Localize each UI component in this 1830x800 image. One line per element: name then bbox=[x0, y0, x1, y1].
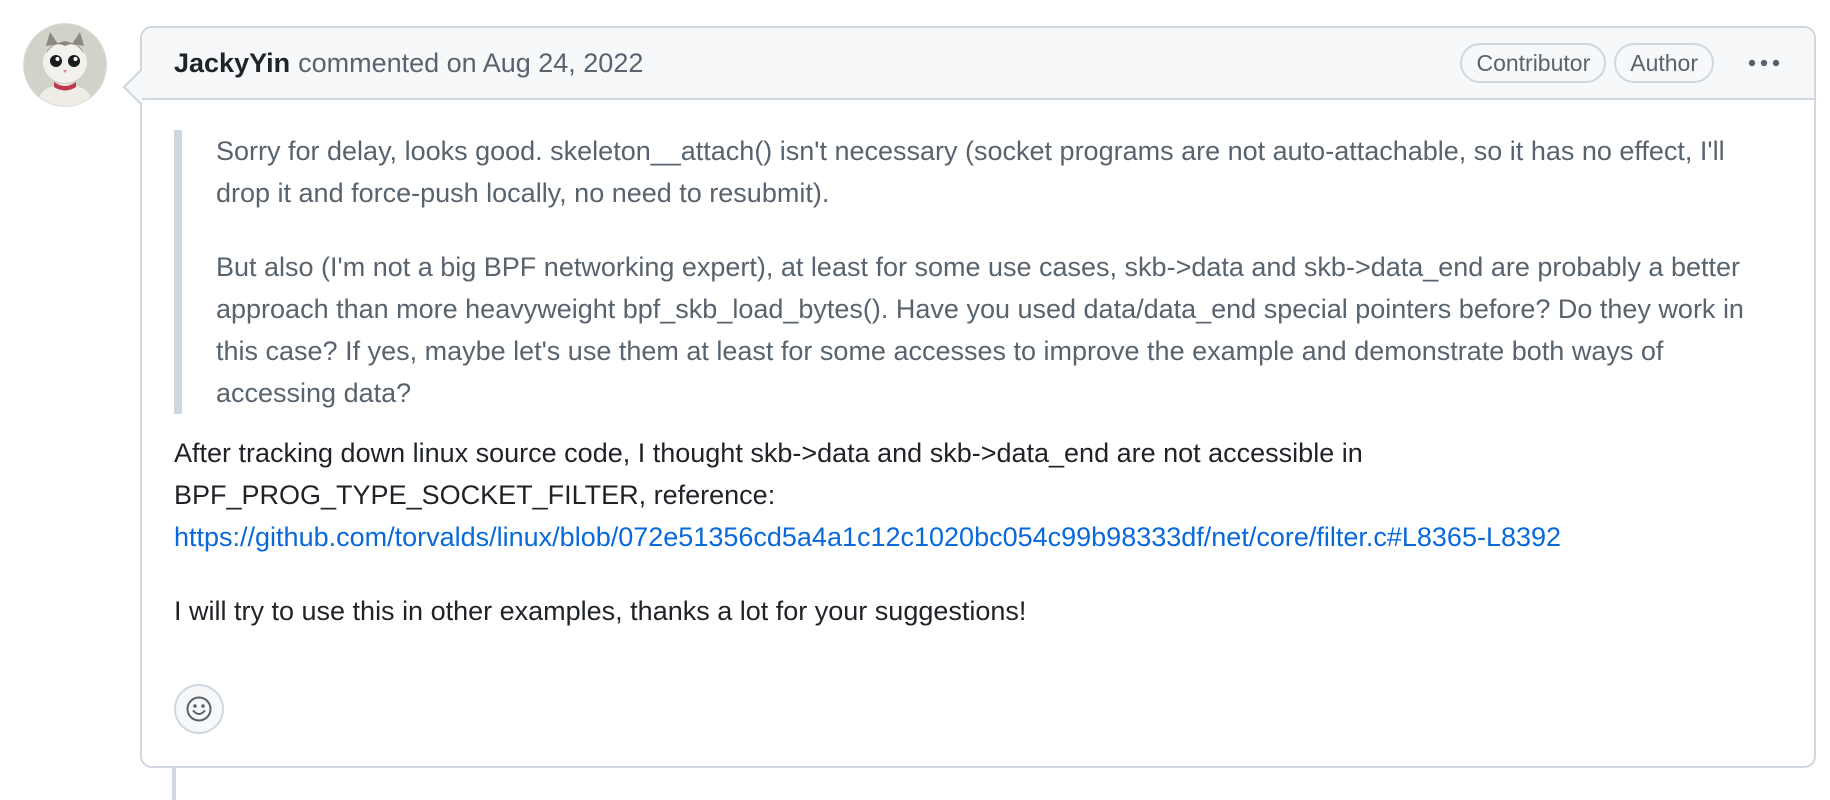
comment-header-actions: Contributor Author bbox=[1460, 43, 1784, 83]
contributor-badge: Contributor bbox=[1460, 43, 1607, 83]
reply-line-1: After tracking down linux source code, I… bbox=[174, 438, 1363, 468]
more-options-button[interactable] bbox=[1744, 45, 1784, 81]
comment-timestamp[interactable]: commented on Aug 24, 2022 bbox=[298, 48, 643, 79]
quote-paragraph-2: But also (I'm not a big BPF networking e… bbox=[216, 252, 1744, 408]
author-badge: Author bbox=[1614, 43, 1714, 83]
comment-author[interactable]: JackyYin bbox=[174, 48, 290, 79]
cat-avatar-image bbox=[24, 24, 106, 106]
avatar[interactable] bbox=[24, 24, 106, 106]
kebab-horizontal-icon bbox=[1748, 59, 1780, 67]
reply-paragraph: After tracking down linux source code, I… bbox=[174, 432, 1782, 558]
reference-link[interactable]: https://github.com/torvalds/linux/blob/0… bbox=[174, 522, 1561, 552]
closing-paragraph: I will try to use this in other examples… bbox=[174, 596, 1027, 626]
smiley-icon bbox=[186, 696, 212, 722]
comment-body: Sorry for delay, looks good. skeleton__a… bbox=[142, 100, 1814, 632]
comment-header: JackyYin commented on Aug 24, 2022 Contr… bbox=[142, 28, 1814, 100]
quoted-reply: Sorry for delay, looks good. skeleton__a… bbox=[174, 130, 1782, 414]
comment-container: JackyYin commented on Aug 24, 2022 Contr… bbox=[140, 26, 1816, 768]
add-reaction-button[interactable] bbox=[174, 684, 224, 734]
quote-paragraph-1: Sorry for delay, looks good. skeleton__a… bbox=[216, 136, 1725, 208]
reply-line-2: BPF_PROG_TYPE_SOCKET_FILTER, reference: bbox=[174, 480, 776, 510]
